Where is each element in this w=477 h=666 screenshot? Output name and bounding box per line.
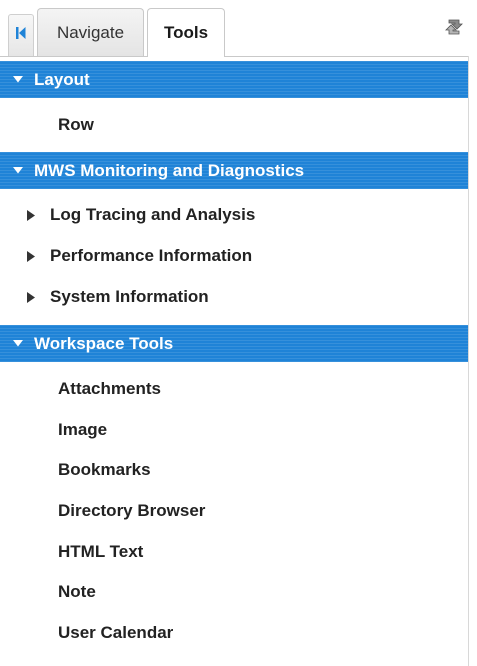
- tab-navigate-label: Navigate: [56, 22, 125, 42]
- refresh-button[interactable]: [439, 14, 469, 44]
- tab-navigate[interactable]: Navigate: [37, 8, 144, 56]
- tab-tools[interactable]: Tools: [147, 8, 225, 57]
- tool-item-label: HTML Text: [58, 542, 144, 561]
- tree-node-log-tracing[interactable]: Log Tracing and Analysis: [0, 201, 469, 229]
- tab-divider: [0, 56, 477, 57]
- tool-item-label: Directory Browser: [58, 501, 206, 520]
- collapse-panel-icon: [16, 26, 26, 45]
- tree-node-label: System Information: [50, 287, 209, 306]
- section-title: Workspace Tools: [34, 333, 174, 353]
- section-header-layout[interactable]: Layout: [0, 61, 469, 98]
- triangle-right-icon[interactable]: [26, 291, 36, 303]
- section-header-mws-monitoring[interactable]: MWS Monitoring and Diagnostics: [0, 152, 469, 189]
- triangle-right-icon[interactable]: [26, 209, 36, 221]
- tool-item-directory-browser[interactable]: Directory Browser: [0, 497, 469, 525]
- tree-node-label: Log Tracing and Analysis: [50, 205, 256, 224]
- section-title: Layout: [34, 69, 90, 89]
- collapse-panel-button[interactable]: [8, 14, 34, 56]
- tool-item-label: Row: [58, 115, 94, 134]
- tree-node-performance-information[interactable]: Performance Information: [0, 242, 469, 270]
- tool-item-attachments[interactable]: Attachments: [0, 375, 469, 403]
- tool-item-html-text[interactable]: HTML Text: [0, 538, 469, 566]
- section-header-workspace-tools[interactable]: Workspace Tools: [0, 325, 469, 362]
- triangle-down-icon: [12, 165, 24, 177]
- refresh-icon: [442, 15, 466, 44]
- tool-item-label: Note: [58, 582, 96, 601]
- triangle-down-icon: [12, 74, 24, 86]
- tool-item-label: Attachments: [58, 379, 161, 398]
- tab-tools-label: Tools: [163, 23, 209, 42]
- tree-node-label: Performance Information: [50, 246, 253, 265]
- panel-scroll-edge: [468, 56, 477, 666]
- tool-item-image[interactable]: Image: [0, 416, 469, 444]
- tab-bar: Navigate Tools: [0, 0, 477, 58]
- tool-item-label: Bookmarks: [58, 460, 151, 479]
- tool-item-note[interactable]: Note: [0, 578, 469, 606]
- tool-item-bookmarks[interactable]: Bookmarks: [0, 456, 469, 484]
- triangle-down-icon: [12, 338, 24, 350]
- tree-node-system-information[interactable]: System Information: [0, 283, 469, 311]
- tools-panel: Navigate Tools Layout Row MWS Monitoring: [0, 0, 477, 666]
- tool-item-row[interactable]: Row: [0, 111, 469, 139]
- tool-item-label: User Calendar: [58, 623, 174, 642]
- triangle-right-icon[interactable]: [26, 250, 36, 262]
- tool-item-user-calendar[interactable]: User Calendar: [0, 619, 469, 647]
- tool-item-label: Image: [58, 420, 108, 439]
- section-title: MWS Monitoring and Diagnostics: [34, 160, 305, 180]
